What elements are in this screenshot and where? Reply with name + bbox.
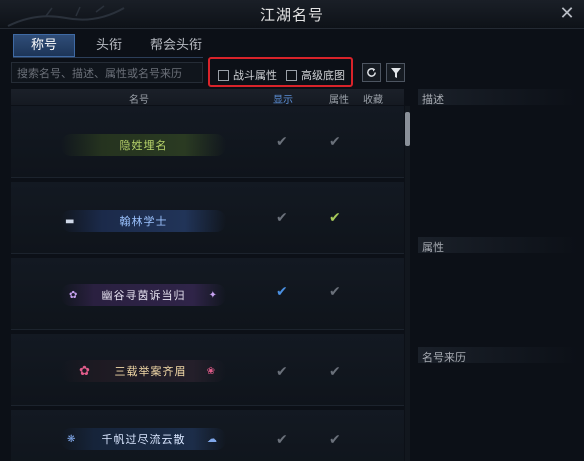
cloud-icon: ☁	[207, 433, 218, 445]
title-list[interactable]: 隐姓埋名 ✔ ✔ ▬ 翰林学士 ✔ ✔ ✿ 幽谷寻茵诉当归 ✦ ✔ ✔ ✿ 三载…	[11, 106, 404, 461]
title-name: 三载举案齐眉	[114, 365, 187, 378]
filter-highlight-box: 战斗属性 高级底图	[208, 57, 353, 87]
list-item[interactable]: ❋ 千帆过尽流云散 ☁ ✔ ✔	[11, 410, 404, 461]
tab-underline	[13, 57, 203, 58]
blossom-icon: ✿	[79, 363, 91, 379]
tab-titles[interactable]: 称号	[13, 34, 75, 57]
search-field[interactable]	[11, 62, 203, 83]
attr-check-icon: ✔	[329, 432, 341, 448]
title-name: 隐姓埋名	[119, 139, 168, 152]
display-check-icon[interactable]: ✔	[276, 284, 288, 300]
checkbox-icon[interactable]	[218, 69, 229, 81]
list-item[interactable]: ✿ 三载举案齐眉 ❀ ✔ ✔	[11, 334, 404, 406]
premium-bg-filter[interactable]: 高级底图	[286, 67, 345, 83]
filter-button[interactable]	[386, 63, 405, 82]
display-check-icon[interactable]: ✔	[276, 134, 288, 150]
col-display[interactable]: 显示	[273, 91, 293, 106]
title-badge: ❋ 千帆过尽流云散 ☁	[61, 428, 226, 450]
combat-attr-label: 战斗属性	[233, 69, 277, 82]
list-item[interactable]: ▬ 翰林学士 ✔ ✔	[11, 182, 404, 254]
petal-icon: ❀	[206, 365, 216, 377]
window-title: 江湖名号	[259, 6, 324, 24]
title-name: 千帆过尽流云散	[101, 433, 186, 446]
title-badge: ✿ 幽谷寻茵诉当归 ✦	[61, 284, 226, 306]
funnel-icon	[390, 68, 401, 78]
attr-check-icon: ✔	[329, 364, 341, 380]
sparkle-icon: ✦	[208, 289, 218, 301]
title-name: 翰林学士	[119, 215, 168, 228]
title-name: 幽谷寻茵诉当归	[101, 289, 186, 302]
premium-bg-label: 高级底图	[301, 69, 345, 82]
checkbox-icon[interactable]	[286, 69, 297, 81]
close-icon[interactable]: ✕	[556, 3, 578, 25]
search-input[interactable]	[17, 67, 202, 80]
tab-guild-ranks[interactable]: 帮会头衔	[143, 34, 209, 57]
sleeve-ornament-icon: ▬	[65, 215, 76, 227]
scrollbar[interactable]	[405, 106, 410, 461]
col-name: 名号	[129, 95, 149, 106]
refresh-button[interactable]	[362, 63, 381, 82]
attr-label: 属性	[422, 241, 444, 254]
combat-attr-filter[interactable]: 战斗属性	[218, 67, 277, 83]
list-item[interactable]: ✿ 幽谷寻茵诉当归 ✦ ✔ ✔	[11, 258, 404, 330]
refresh-icon	[367, 67, 376, 77]
attr-check-icon: ✔	[329, 134, 341, 150]
title-bar: 江湖名号 ✕	[0, 0, 584, 29]
list-item[interactable]: 隐姓埋名 ✔ ✔	[11, 106, 404, 178]
wave-ornament-icon: ❋	[67, 433, 77, 445]
list-header: 名号 显示 属性 收藏	[11, 89, 404, 106]
attr-check-icon: ✔	[329, 284, 341, 300]
origin-label: 名号来历	[422, 351, 466, 364]
col-fav[interactable]: 收藏	[363, 91, 383, 106]
display-check-icon[interactable]: ✔	[276, 364, 288, 380]
display-check-icon[interactable]: ✔	[276, 432, 288, 448]
col-attr[interactable]: 属性	[329, 91, 349, 106]
title-badge: 隐姓埋名	[61, 134, 226, 156]
display-check-icon[interactable]: ✔	[276, 210, 288, 226]
title-badge: ▬ 翰林学士	[61, 210, 226, 232]
attr-check-icon: ✔	[329, 210, 341, 226]
scrollbar-thumb[interactable]	[405, 112, 410, 146]
desc-label: 描述	[422, 93, 444, 106]
tab-ranks[interactable]: 头衔	[77, 34, 141, 57]
fairy-ornament-icon: ✿	[69, 289, 79, 301]
title-badge: ✿ 三载举案齐眉 ❀	[61, 360, 226, 382]
